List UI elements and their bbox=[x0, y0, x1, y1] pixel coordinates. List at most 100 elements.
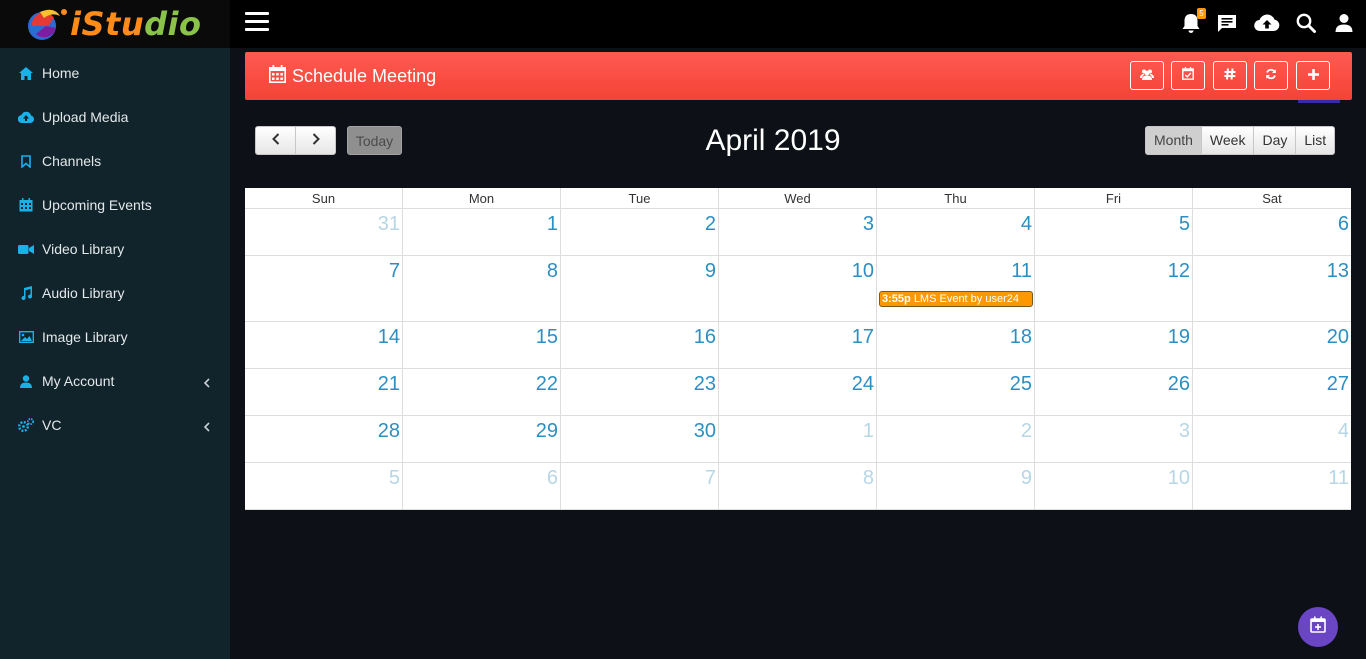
day-cell[interactable]: 17 bbox=[719, 322, 877, 368]
day-cell[interactable]: 7 bbox=[245, 256, 403, 321]
day-cell[interactable]: 28 bbox=[245, 416, 403, 462]
day-cell[interactable]: 29 bbox=[403, 416, 561, 462]
day-number[interactable]: 6 bbox=[547, 467, 558, 490]
day-number[interactable]: 9 bbox=[1021, 467, 1032, 490]
sidebar-item-audio-library[interactable]: Audio Library bbox=[0, 271, 230, 315]
view-day-button[interactable]: Day bbox=[1253, 127, 1295, 154]
day-number[interactable]: 10 bbox=[1168, 467, 1190, 490]
day-cell[interactable]: 3 bbox=[1035, 416, 1193, 462]
hamburger-menu-icon[interactable] bbox=[245, 12, 269, 34]
day-cell[interactable]: 22 bbox=[403, 369, 561, 415]
day-number[interactable]: 9 bbox=[705, 260, 716, 283]
day-number[interactable]: 4 bbox=[1021, 213, 1032, 236]
day-number[interactable]: 11 bbox=[1011, 260, 1032, 283]
day-number[interactable]: 7 bbox=[705, 467, 716, 490]
view-list-button[interactable]: List bbox=[1295, 127, 1334, 154]
sidebar-item-image-library[interactable]: Image Library bbox=[0, 315, 230, 359]
add-event-fab[interactable] bbox=[1298, 607, 1338, 647]
today-button[interactable]: Today bbox=[347, 126, 402, 155]
day-cell[interactable]: 31 bbox=[245, 209, 403, 255]
day-number[interactable]: 1 bbox=[863, 420, 874, 443]
sidebar-item-my-account[interactable]: My Account bbox=[0, 359, 230, 403]
day-number[interactable]: 20 bbox=[1327, 326, 1349, 349]
day-cell[interactable]: 11 3:55p LMS Event by user24 bbox=[877, 256, 1035, 321]
search-icon[interactable] bbox=[1295, 12, 1319, 36]
day-number[interactable]: 8 bbox=[547, 260, 558, 283]
sidebar-item-channels[interactable]: Channels bbox=[0, 139, 230, 183]
day-number[interactable]: 5 bbox=[389, 467, 400, 490]
refresh-button[interactable] bbox=[1254, 61, 1288, 90]
day-cell[interactable]: 27 bbox=[1193, 369, 1351, 415]
day-number[interactable]: 26 bbox=[1168, 373, 1190, 396]
day-cell[interactable]: 15 bbox=[403, 322, 561, 368]
day-cell[interactable]: 19 bbox=[1035, 322, 1193, 368]
day-number[interactable]: 31 bbox=[378, 213, 400, 236]
day-cell[interactable]: 11 bbox=[1193, 463, 1351, 509]
day-number[interactable]: 13 bbox=[1327, 260, 1349, 283]
day-cell[interactable]: 1 bbox=[403, 209, 561, 255]
day-number[interactable]: 16 bbox=[694, 326, 716, 349]
day-cell[interactable]: 18 bbox=[877, 322, 1035, 368]
prev-month-button[interactable] bbox=[256, 127, 295, 154]
day-cell[interactable]: 4 bbox=[1193, 416, 1351, 462]
day-cell[interactable]: 20 bbox=[1193, 322, 1351, 368]
day-cell[interactable]: 8 bbox=[403, 256, 561, 321]
calendar-event[interactable]: 3:55p LMS Event by user24 bbox=[879, 291, 1033, 307]
add-button[interactable] bbox=[1296, 61, 1330, 90]
day-cell[interactable]: 7 bbox=[561, 463, 719, 509]
user-icon[interactable] bbox=[1333, 12, 1357, 36]
day-number[interactable]: 3 bbox=[863, 213, 874, 236]
day-number[interactable]: 19 bbox=[1168, 326, 1190, 349]
day-cell[interactable]: 4 bbox=[877, 209, 1035, 255]
day-cell[interactable]: 10 bbox=[1035, 463, 1193, 509]
sidebar-item-upload-media[interactable]: Upload Media bbox=[0, 95, 230, 139]
day-number[interactable]: 22 bbox=[536, 373, 558, 396]
day-number[interactable]: 5 bbox=[1179, 213, 1190, 236]
sidebar-item-vc[interactable]: VC bbox=[0, 403, 230, 447]
day-cell[interactable]: 30 bbox=[561, 416, 719, 462]
day-number[interactable]: 30 bbox=[694, 420, 716, 443]
day-cell[interactable]: 24 bbox=[719, 369, 877, 415]
day-cell[interactable]: 23 bbox=[561, 369, 719, 415]
bell-icon[interactable]: 5 bbox=[1180, 8, 1206, 36]
view-week-button[interactable]: Week bbox=[1200, 127, 1254, 154]
day-cell[interactable]: 16 bbox=[561, 322, 719, 368]
next-month-button[interactable] bbox=[295, 127, 335, 154]
view-month-button[interactable]: Month bbox=[1146, 127, 1201, 154]
day-number[interactable]: 25 bbox=[1010, 373, 1032, 396]
day-number[interactable]: 12 bbox=[1168, 260, 1190, 283]
day-number[interactable]: 8 bbox=[863, 467, 874, 490]
day-number[interactable]: 6 bbox=[1338, 213, 1349, 236]
day-cell[interactable]: 1 bbox=[719, 416, 877, 462]
day-cell[interactable]: 3 bbox=[719, 209, 877, 255]
day-cell[interactable]: 13 bbox=[1193, 256, 1351, 321]
day-number[interactable]: 2 bbox=[1021, 420, 1032, 443]
day-cell[interactable]: 6 bbox=[403, 463, 561, 509]
day-cell[interactable]: 9 bbox=[877, 463, 1035, 509]
calendar-check-button[interactable] bbox=[1171, 61, 1205, 90]
day-cell[interactable]: 5 bbox=[245, 463, 403, 509]
day-cell[interactable]: 6 bbox=[1193, 209, 1351, 255]
day-number[interactable]: 28 bbox=[378, 420, 400, 443]
app-logo[interactable]: iStudio bbox=[0, 0, 230, 48]
users-button[interactable] bbox=[1130, 61, 1164, 90]
day-number[interactable]: 11 bbox=[1328, 467, 1349, 490]
day-cell[interactable]: 21 bbox=[245, 369, 403, 415]
day-number[interactable]: 27 bbox=[1327, 373, 1349, 396]
day-number[interactable]: 21 bbox=[378, 373, 400, 396]
day-number[interactable]: 1 bbox=[547, 213, 558, 236]
day-cell[interactable]: 8 bbox=[719, 463, 877, 509]
day-cell[interactable]: 26 bbox=[1035, 369, 1193, 415]
day-number[interactable]: 7 bbox=[389, 260, 400, 283]
day-cell[interactable]: 2 bbox=[561, 209, 719, 255]
sidebar-item-upcoming-events[interactable]: Upcoming Events bbox=[0, 183, 230, 227]
day-number[interactable]: 10 bbox=[852, 260, 874, 283]
hashtag-button[interactable] bbox=[1213, 61, 1247, 90]
day-cell[interactable]: 5 bbox=[1035, 209, 1193, 255]
day-cell[interactable]: 25 bbox=[877, 369, 1035, 415]
day-number[interactable]: 3 bbox=[1179, 420, 1190, 443]
day-number[interactable]: 23 bbox=[694, 373, 716, 396]
day-number[interactable]: 2 bbox=[705, 213, 716, 236]
day-number[interactable]: 18 bbox=[1010, 326, 1032, 349]
day-cell[interactable]: 9 bbox=[561, 256, 719, 321]
